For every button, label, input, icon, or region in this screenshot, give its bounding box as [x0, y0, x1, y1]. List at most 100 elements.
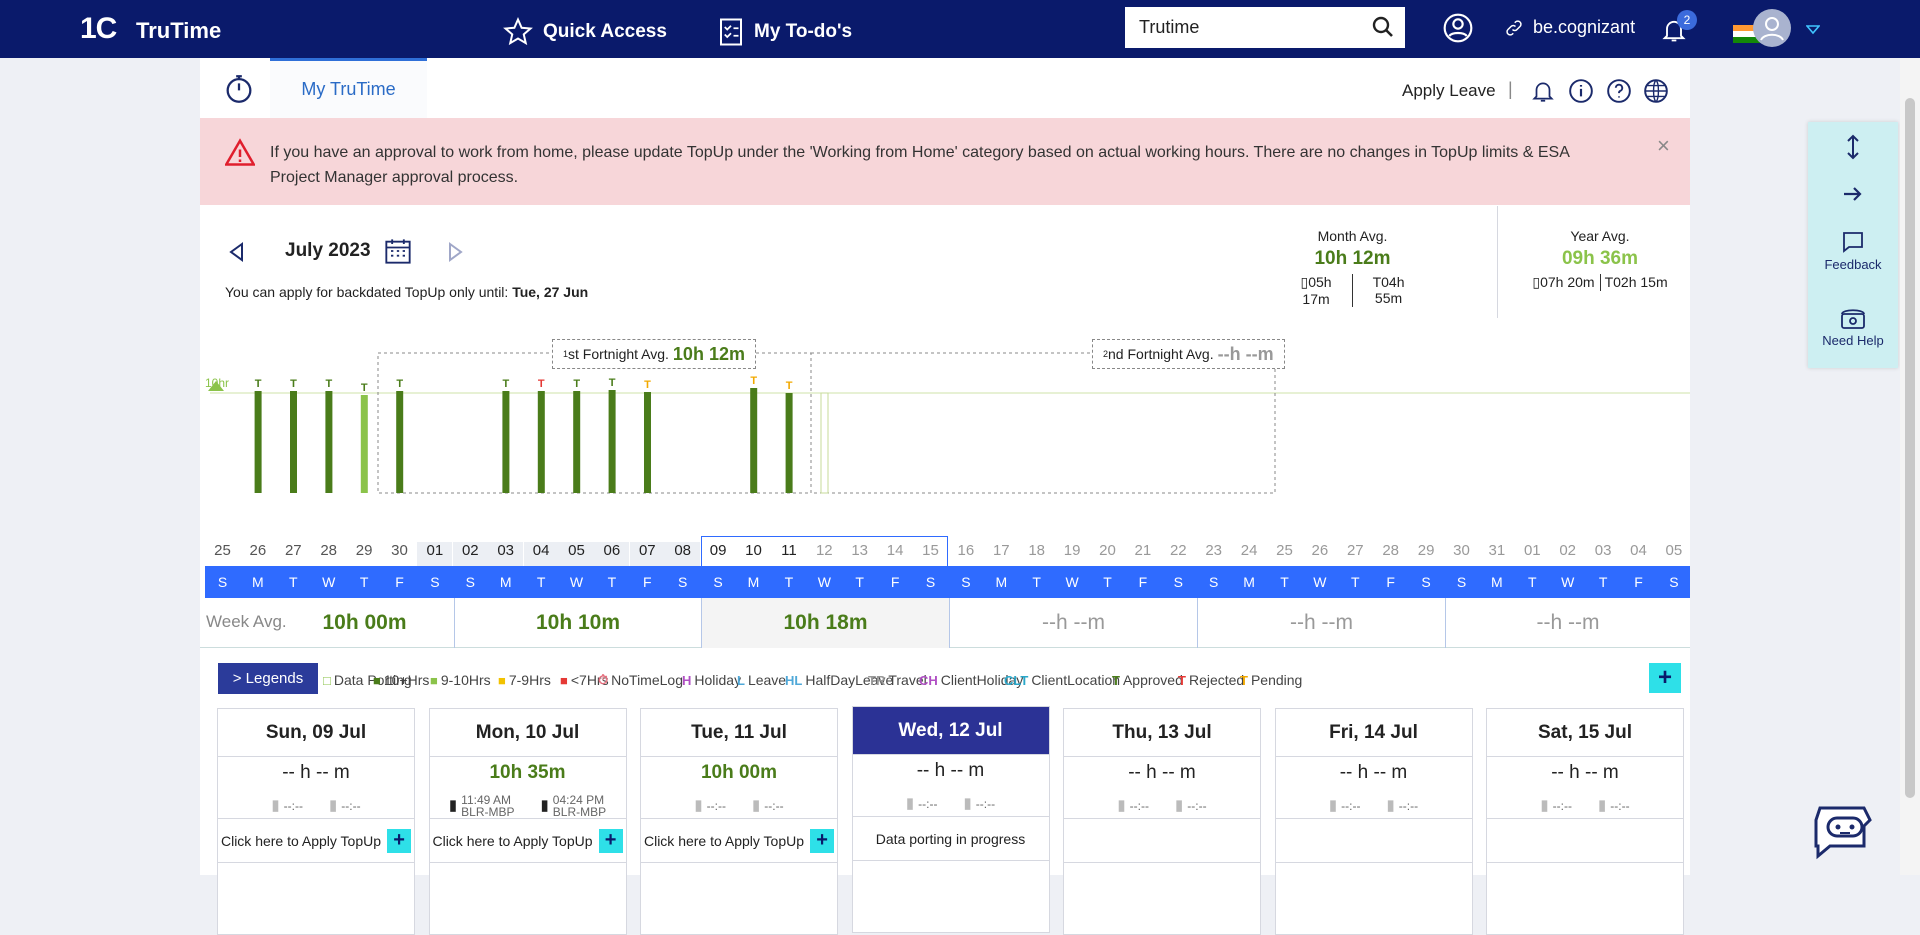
- day-number[interactable]: 16: [948, 542, 983, 559]
- day-bar[interactable]: [608, 390, 616, 493]
- day-bar[interactable]: [325, 391, 333, 493]
- day-number[interactable]: 30: [382, 542, 417, 559]
- apply-topup-link[interactable]: Click here to Apply TopUp +: [641, 819, 837, 863]
- day-bar[interactable]: [290, 391, 297, 493]
- collapse-panel-button[interactable]: [1808, 186, 1898, 205]
- day-number[interactable]: 26: [1302, 542, 1337, 559]
- day-number[interactable]: 03: [488, 542, 524, 566]
- day-card[interactable]: Mon, 10 Jul 10h 35m ▮ 11:49 AM BLR-MBP ▮ 04:24…: [428, 708, 627, 935]
- weekday-letter: T: [855, 574, 864, 590]
- help-icon[interactable]: [1606, 78, 1632, 104]
- day-number[interactable]: 05: [559, 542, 594, 566]
- add-topup-button[interactable]: +: [810, 828, 835, 853]
- day-number[interactable]: 07: [629, 542, 665, 566]
- legend-item: T Rejected: [1178, 672, 1244, 688]
- weekday-letter: F: [1634, 574, 1643, 590]
- avatar[interactable]: [1753, 9, 1791, 47]
- day-number[interactable]: 02: [452, 542, 488, 566]
- next-month-icon[interactable]: [446, 242, 464, 262]
- day-number[interactable]: 05: [1656, 542, 1691, 559]
- globe-icon[interactable]: [1643, 78, 1669, 104]
- day-number[interactable]: 26: [240, 542, 275, 559]
- day-number[interactable]: 30: [1444, 542, 1479, 559]
- day-number[interactable]: 27: [276, 542, 311, 559]
- day-number[interactable]: 20: [1090, 542, 1125, 559]
- add-topup-button[interactable]: +: [387, 828, 412, 853]
- add-button[interactable]: +: [1649, 663, 1681, 693]
- day-number[interactable]: 01: [417, 542, 453, 566]
- day-number[interactable]: 31: [1479, 542, 1514, 559]
- day-bar[interactable]: [750, 388, 758, 493]
- day-card[interactable]: Sun, 09 Jul -- h -- m ▮ --:-- ▮ --:-- Click he…: [217, 708, 415, 935]
- day-number[interactable]: 25: [1267, 542, 1302, 559]
- day-number[interactable]: 28: [311, 542, 346, 559]
- day-card[interactable]: Wed, 12 Jul -- h -- m ▮ --:-- ▮ --:-- Data por…: [851, 706, 1050, 933]
- apply-topup-link[interactable]: Click here to Apply TopUp +: [429, 819, 626, 863]
- feedback-button[interactable]: Feedback: [1808, 230, 1898, 272]
- day-card[interactable]: Thu, 13 Jul -- h -- m ▮ --:-- ▮ --:--: [1063, 708, 1261, 935]
- day-number[interactable]: 04: [1621, 542, 1656, 559]
- bell-icon[interactable]: [1530, 78, 1556, 104]
- day-bar[interactable]: [573, 391, 581, 493]
- close-alert-button[interactable]: ×: [1657, 133, 1670, 159]
- day-bar[interactable]: [360, 395, 368, 493]
- day-number[interactable]: 02: [1550, 542, 1585, 559]
- add-topup-button[interactable]: +: [598, 828, 623, 853]
- day-number[interactable]: 19: [1055, 542, 1090, 559]
- calendar-icon[interactable]: [384, 237, 412, 265]
- search-icon[interactable]: [1371, 15, 1395, 39]
- apply-topup-link[interactable]: Click here to Apply TopUp +: [218, 819, 414, 863]
- my-todo-link[interactable]: My To-do's: [718, 17, 852, 47]
- day-bar[interactable]: [254, 391, 262, 493]
- expand-vertical-button[interactable]: [1808, 134, 1898, 163]
- day-number[interactable]: 23: [1196, 542, 1231, 559]
- previous-month-icon[interactable]: [228, 242, 246, 262]
- day-card-hours: -- h -- m: [1339, 762, 1408, 783]
- apply-leave-link[interactable]: Apply Leave: [1402, 81, 1496, 101]
- weekday-letter: T: [536, 574, 546, 590]
- day-bar[interactable]: [644, 392, 651, 493]
- app-logo[interactable]: 1C: [80, 12, 117, 46]
- quick-access-link[interactable]: Quick Access: [503, 17, 667, 47]
- week-avg-6: --h --m: [1536, 611, 1600, 634]
- day-bar[interactable]: [785, 393, 793, 493]
- day-number[interactable]: 21: [1125, 542, 1160, 559]
- day-number[interactable]: 08: [665, 542, 701, 566]
- day-card[interactable]: Tue, 11 Jul 10h 00m ▮ --:-- ▮ --:-- Click here…: [640, 708, 838, 935]
- day-number[interactable]: 29: [347, 542, 382, 559]
- need-help-button[interactable]: Need Help: [1808, 306, 1898, 348]
- vertical-scrollbar[interactable]: [1900, 58, 1920, 875]
- feedback-label: Feedback: [1824, 257, 1882, 272]
- day-number[interactable]: 17: [984, 542, 1019, 559]
- day-number[interactable]: 25: [205, 542, 240, 559]
- day-number[interactable]: 04: [523, 542, 559, 566]
- user-search-icon[interactable]: [1442, 12, 1474, 44]
- legend-mark-icon: □: [323, 672, 331, 688]
- day-card[interactable]: Sat, 15 Jul -- h -- m ▮ --:-- ▮ --:--: [1486, 708, 1684, 935]
- day-number[interactable]: 03: [1586, 542, 1621, 559]
- day-bar[interactable]: [502, 391, 510, 493]
- day-number[interactable]: 27: [1338, 542, 1373, 559]
- chevron-down-icon[interactable]: [1806, 25, 1820, 35]
- arrow-right-icon: [1844, 187, 1862, 201]
- global-search-input[interactable]: Trutime: [1125, 7, 1405, 48]
- card-action[interactable]: Data porting in progress: [852, 817, 1049, 861]
- day-number[interactable]: 29: [1409, 542, 1444, 559]
- be-cognizant-link[interactable]: be.cognizant: [1505, 17, 1635, 38]
- day-number[interactable]: 06: [594, 542, 630, 566]
- day-bar[interactable]: [396, 391, 404, 493]
- day-bar[interactable]: [820, 392, 829, 494]
- day-number[interactable]: 28: [1373, 542, 1408, 559]
- day-card[interactable]: Fri, 14 Jul -- h -- m ▮ --:-- ▮ --:--: [1274, 708, 1473, 935]
- scrollbar-thumb[interactable]: [1905, 98, 1915, 798]
- day-bar[interactable]: [537, 391, 545, 493]
- day-number[interactable]: 24: [1232, 542, 1267, 559]
- search-value: Trutime: [1139, 17, 1200, 37]
- info-icon[interactable]: [1568, 78, 1594, 104]
- day-number[interactable]: 18: [1019, 542, 1054, 559]
- chatbot-icon[interactable]: [1800, 800, 1880, 864]
- day-number[interactable]: 01: [1515, 542, 1550, 559]
- day-number[interactable]: 22: [1161, 542, 1196, 559]
- legends-button[interactable]: > Legends: [218, 663, 318, 694]
- tab-my-trutime[interactable]: My TruTime: [270, 58, 427, 118]
